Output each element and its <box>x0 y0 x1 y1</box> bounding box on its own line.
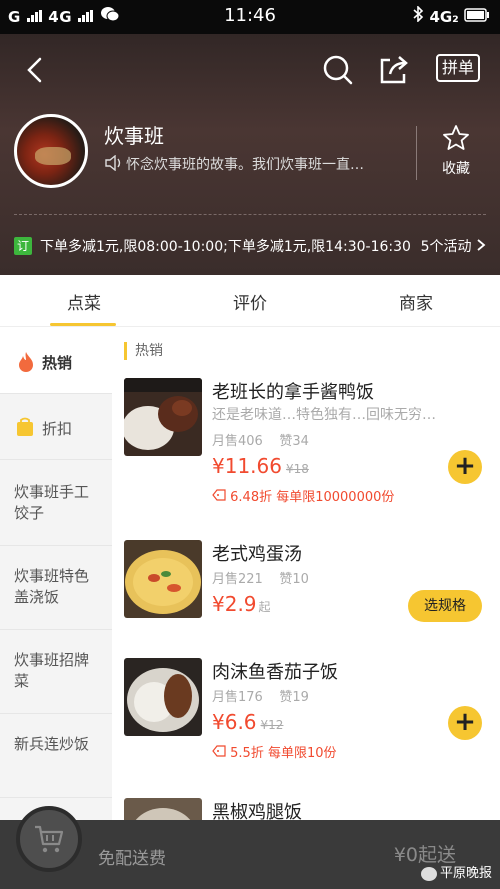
promo-text: 下单多减1元,限08:00-10:00;下单多减1元,限14:30-16:30 <box>40 239 411 255</box>
monthly-sales: 月售221 <box>212 572 263 587</box>
food-desc: 还是老味道…特色独有…回味无穷… <box>212 407 436 423</box>
search-button[interactable] <box>320 52 356 88</box>
current-price: ¥6.6 <box>212 710 257 734</box>
add-to-cart-button[interactable]: + <box>448 450 482 484</box>
tab-reviews[interactable]: 评价 <box>190 289 310 314</box>
monthly-sales: 月售176 <box>212 690 263 705</box>
delivery-fee-text: 免配送费 <box>98 849 166 869</box>
shop-notice[interactable]: 怀念炊事班的故事。我们炊事班一直… <box>104 154 404 175</box>
food-name: 肉沫鱼香茄子饭 <box>212 662 338 683</box>
status-bar: G 4G 11:46 4G₂ <box>0 0 500 34</box>
sidebar-item-label: 新兵连炒饭 <box>14 735 90 753</box>
share-icon <box>380 56 408 84</box>
food-discount: 5.5折 每单限10份 <box>212 742 337 761</box>
shop-name: 炊事班 <box>104 124 164 148</box>
current-price: ¥11.66 <box>212 454 282 478</box>
shopping-cart-icon <box>35 825 64 853</box>
food-price: ¥2.9 起 <box>212 592 271 616</box>
network-right: 4G₂ <box>429 8 459 26</box>
current-price: ¥2.9 <box>212 592 257 616</box>
food-name: 老班长的拿手酱鸭饭 <box>212 382 374 403</box>
fire-icon <box>16 351 36 377</box>
shop-avatar <box>14 114 88 188</box>
chevron-left-icon <box>27 57 42 83</box>
sidebar-item-dumplings[interactable]: 炊事班手工饺子 <box>0 460 112 546</box>
sidebar-item-discount[interactable]: 折扣 <box>0 394 112 460</box>
food-image <box>124 658 202 736</box>
food-sales: 月售176 赞19 <box>212 686 309 705</box>
watermark-logo-icon <box>420 866 437 881</box>
sidebar-item-label: 折扣 <box>42 420 73 438</box>
bluetooth-icon <box>413 5 424 23</box>
cart-button[interactable] <box>16 806 82 872</box>
watermark-text: 平原晚报 <box>439 866 492 881</box>
food-price: ¥6.6 ¥12 <box>212 710 283 734</box>
battery-icon <box>464 8 489 22</box>
add-to-cart-button[interactable]: + <box>448 706 482 740</box>
food-image <box>124 540 202 618</box>
favorite-label: 收藏 <box>442 161 470 177</box>
original-price: ¥18 <box>285 462 309 476</box>
tab-order[interactable]: 点菜 <box>24 289 144 314</box>
app-root: G 4G 11:46 4G₂ 拼单 炊事班 怀念炊事班的故事。我们炊事班一直… … <box>0 0 500 889</box>
shop-header: 拼单 炊事班 怀念炊事班的故事。我们炊事班一直… 收藏 订 下单多减1元,限08… <box>0 34 500 275</box>
food-item[interactable]: 老班长的拿手酱鸭饭 还是老味道…特色独有…回味无穷… 月售406 赞34 ¥11… <box>112 378 500 518</box>
sidebar-item-label: 炊事班招牌菜 <box>14 651 90 690</box>
food-name: 老式鸡蛋汤 <box>212 544 302 565</box>
food-image <box>124 378 202 456</box>
search-icon <box>323 55 353 85</box>
notice-text: 怀念炊事班的故事。我们炊事班一直… <box>126 157 364 173</box>
monthly-sales: 月售406 <box>212 434 263 449</box>
discount-tag-icon <box>212 489 226 501</box>
sidebar-item-rice-bowls[interactable]: 炊事班特色盖浇饭 <box>0 546 112 630</box>
discount-text: 6.48折 每单限10000000份 <box>230 490 395 505</box>
tab-bar: 点菜 评价 商家 <box>0 275 500 327</box>
section-title: 热销 <box>124 342 163 360</box>
original-price: ¥12 <box>260 718 284 732</box>
sidebar-item-signature[interactable]: 炊事班招牌菜 <box>0 630 112 714</box>
back-button[interactable] <box>18 52 54 88</box>
speaker-icon <box>104 154 126 175</box>
watermark: 平原晚报 <box>420 862 492 881</box>
sidebar-item-label: 炊事班手工饺子 <box>14 483 90 522</box>
food-price: ¥11.66 ¥18 <box>212 454 309 478</box>
favorite-button[interactable]: 收藏 <box>430 124 482 178</box>
likes: 赞10 <box>279 572 309 587</box>
food-sales: 月售221 赞10 <box>212 568 309 587</box>
likes: 赞19 <box>279 690 309 705</box>
food-item[interactable]: 老式鸡蛋汤 月售221 赞10 ¥2.9 起 选规格 <box>112 540 500 650</box>
discount-bag-icon <box>16 417 34 441</box>
sidebar-item-label: 热销 <box>42 354 73 372</box>
discount-text: 5.5折 每单限10份 <box>230 746 337 761</box>
tab-active-indicator <box>50 323 116 326</box>
sidebar-item-fried-rice[interactable]: 新兵连炒饭 <box>0 714 112 798</box>
price-suffix: 起 <box>258 600 271 614</box>
star-icon <box>443 125 469 150</box>
header-divider <box>416 126 417 180</box>
status-right: 4G₂ <box>412 5 490 26</box>
header-dashed-divider <box>14 214 486 215</box>
likes: 赞34 <box>279 434 309 449</box>
sidebar-item-label: 炊事班特色盖浇饭 <box>14 567 90 606</box>
menu-list: 热销 老班长的拿手酱鸭饭 还是老味道…特色独有…回味无穷… 月售406 赞34 … <box>112 328 500 876</box>
tab-merchant[interactable]: 商家 <box>356 289 476 314</box>
category-sidebar: 热销 折扣 炊事班手工饺子 炊事班特色盖浇饭 炊事班招牌菜 新兵连炒饭 <box>0 328 112 828</box>
select-spec-button[interactable]: 选规格 <box>408 590 482 622</box>
food-discount: 6.48折 每单限10000000份 <box>212 486 394 505</box>
group-order-button[interactable]: 拼单 <box>436 54 480 82</box>
share-button[interactable] <box>376 52 412 88</box>
sidebar-item-hot[interactable]: 热销 <box>0 328 112 394</box>
activity-count: 5个活动 <box>421 236 486 256</box>
chevron-right-icon <box>477 239 486 251</box>
promo-bar[interactable]: 订 下单多减1元,限08:00-10:00;下单多减1元,限14:30-16:3… <box>14 234 486 260</box>
promo-tag: 订 <box>14 237 32 255</box>
food-sales: 月售406 赞34 <box>212 430 309 449</box>
cart-bar: 免配送费 ¥0起送 平原晚报 <box>0 806 500 889</box>
discount-tag-icon <box>212 745 226 757</box>
food-item[interactable]: 肉沫鱼香茄子饭 月售176 赞19 ¥6.6 ¥12 5.5折 每单限10份 + <box>112 658 500 798</box>
